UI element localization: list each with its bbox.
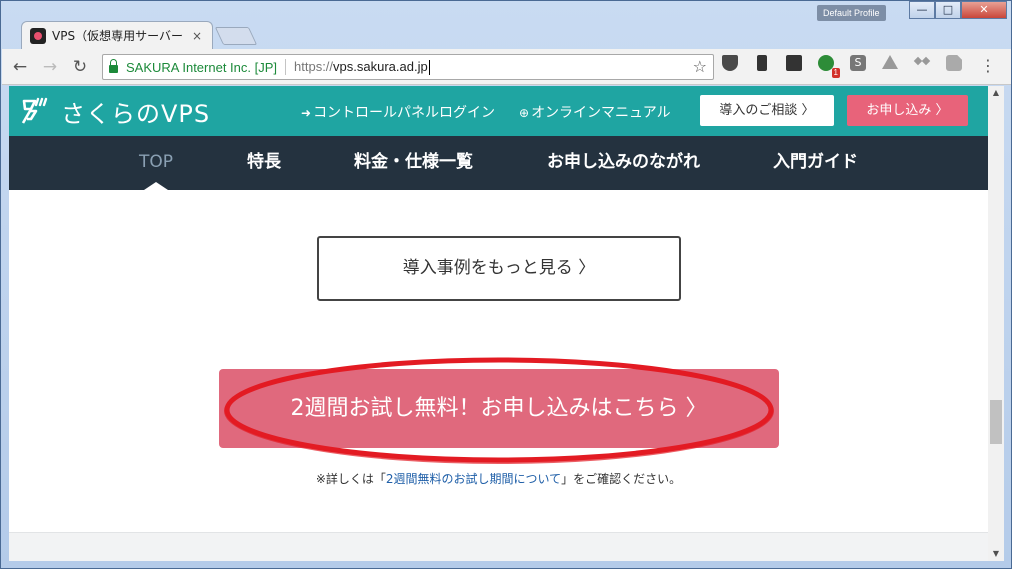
page-viewport: さくらのVPS ➜ コントロールパネルログイン ⊕ オンラインマニュアル 導入のご相… (9, 86, 988, 561)
nav-beginner-guide[interactable]: 入門ガイド (773, 136, 858, 190)
tab-strip: VPS（仮想専用サーバー × Default Profile — □ ✕ (1, 1, 1011, 49)
nav-application-flow[interactable]: お申し込みのながれ (547, 136, 700, 190)
apply-button[interactable]: お申し込み 〉 (847, 95, 968, 126)
profile-badge[interactable]: Default Profile (817, 5, 886, 21)
note-suffix: 」をご確認ください。 (561, 472, 682, 486)
lock-icon (109, 58, 118, 73)
text-caret (428, 60, 430, 76)
sakura-favicon-icon (30, 27, 46, 44)
active-nav-indicator (144, 182, 168, 190)
trial-period-link[interactable]: 2週間無料のお試し期間について (386, 472, 561, 486)
tab-title: VPS（仮想専用サーバー (52, 29, 183, 43)
extension-icons: 1 S (722, 55, 978, 78)
control-panel-login-label: コントロールパネルログイン (313, 105, 496, 121)
scrollbar-thumb[interactable] (990, 400, 1002, 444)
url-text[interactable]: https://vps.sakura.ad.jp (294, 58, 430, 76)
browser-toolbar: ← → ↻ SAKURA Internet Inc. [JP] https://… (2, 49, 1011, 85)
extension-badge: 1 (831, 68, 840, 78)
window-controls: — □ ✕ (909, 1, 1007, 19)
reload-button[interactable]: ↻ (68, 55, 92, 79)
s-extension-icon[interactable]: S (850, 55, 866, 71)
green-extension-icon[interactable]: 1 (818, 55, 840, 78)
ev-certificate-name[interactable]: SAKURA Internet Inc. [JP] (126, 60, 277, 75)
site-nav: TOP 特長 料金・仕様一覧 お申し込みのながれ 入門ガイド (9, 136, 988, 190)
phone-extension-icon[interactable] (757, 55, 767, 71)
close-tab-icon[interactable]: × (190, 29, 204, 43)
control-panel-login-link[interactable]: ➜ コントロールパネルログイン (301, 102, 495, 122)
url-host: vps.sakura.ad.jp (333, 58, 428, 74)
trial-note: ※詳しくは「2週間無料のお試し期間について」をご確認ください。 (9, 470, 988, 487)
login-arrow-icon: ➜ (301, 106, 312, 120)
url-scheme: https:// (294, 58, 334, 74)
site-header: さくらのVPS ➜ コントロールパネルログイン ⊕ オンラインマニュアル 導入のご相… (9, 86, 988, 136)
pocket-icon[interactable] (722, 55, 738, 71)
browser-window: VPS（仮想専用サーバー × Default Profile — □ ✕ ← →… (0, 0, 1012, 569)
more-case-studies-button[interactable]: 導入事例をもっと見る 〉 (317, 236, 681, 301)
maximize-button[interactable]: □ (935, 1, 961, 19)
evernote-icon[interactable] (786, 55, 802, 71)
bookmark-star-icon[interactable]: ☆ (693, 57, 707, 76)
nav-features[interactable]: 特長 (247, 136, 281, 190)
online-manual-link[interactable]: ⊕ オンラインマニュアル (519, 102, 671, 122)
pdf-icon[interactable] (946, 55, 962, 71)
footer-band (9, 532, 988, 561)
browser-tab[interactable]: VPS（仮想専用サーバー × (21, 21, 213, 49)
back-button[interactable]: ← (8, 55, 32, 79)
note-prefix: ※詳しくは「 (315, 472, 386, 486)
scroll-down-arrow-icon[interactable]: ▼ (988, 547, 1004, 561)
address-bar[interactable]: SAKURA Internet Inc. [JP] https://vps.sa… (102, 54, 714, 80)
vertical-scrollbar[interactable]: ▲ ▼ (988, 86, 1004, 561)
free-trial-button[interactable]: 2週間お試し無料！お申し込みはこちら 〉 (219, 369, 779, 448)
close-window-button[interactable]: ✕ (961, 1, 1007, 19)
address-separator (285, 59, 287, 75)
forward-button[interactable]: → (38, 55, 62, 79)
dropbox-icon[interactable] (914, 55, 930, 71)
minimize-button[interactable]: — (909, 1, 935, 19)
logo-text: さくらのVPS (61, 99, 211, 128)
browser-menu-icon[interactable]: ⋮ (980, 57, 996, 75)
consultation-button[interactable]: 導入のご相談 〉 (700, 95, 834, 126)
new-tab-button[interactable] (214, 27, 258, 45)
drive-icon[interactable] (882, 55, 898, 69)
scroll-up-arrow-icon[interactable]: ▲ (988, 86, 1004, 100)
sakura-logo-icon (21, 95, 53, 127)
nav-pricing[interactable]: 料金・仕様一覧 (354, 136, 473, 190)
online-manual-label: オンラインマニュアル (531, 105, 671, 121)
lifebuoy-icon: ⊕ (519, 106, 530, 120)
site-logo[interactable]: さくらのVPS (21, 94, 210, 129)
